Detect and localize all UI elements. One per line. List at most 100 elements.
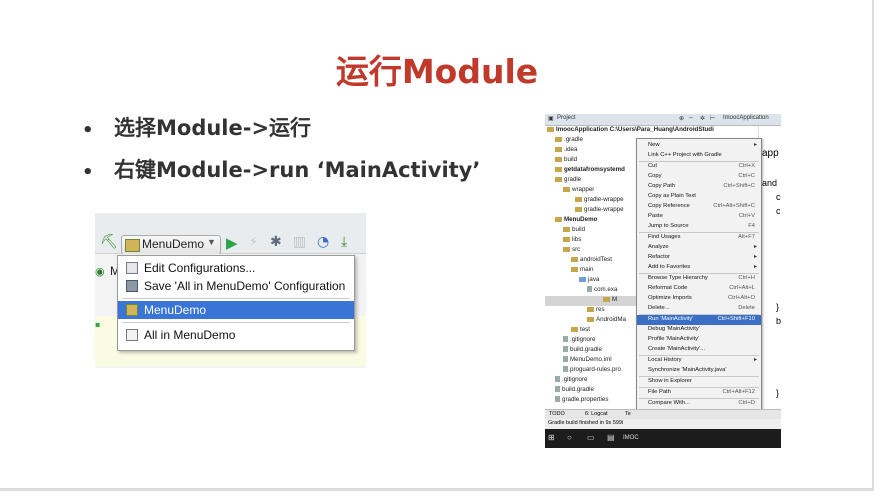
- context-menu-item-local-history[interactable]: Local History ▸: [637, 356, 761, 366]
- tree-item[interactable]: MenuDemo.iml: [545, 356, 645, 366]
- tree-item[interactable]: build.gradle: [545, 386, 645, 396]
- menu-separator: [122, 322, 350, 323]
- context-menu-item-file-path[interactable]: File Path Ctrl+Alt+F12: [637, 388, 761, 398]
- tree-item[interactable]: gradle: [545, 176, 645, 186]
- menu-item-label: Copy Reference: [648, 203, 690, 209]
- tab-logcat[interactable]: 6: Logcat: [585, 411, 608, 417]
- tree-item[interactable]: ImoocApplication C:\Users\Para_Huang\And…: [545, 126, 714, 136]
- context-menu-item-browse-type-hierarchy[interactable]: Browse Type Hierarchy Ctrl+H: [637, 274, 761, 284]
- folder-icon: [563, 236, 570, 242]
- context-menu-item-run-mainactivity[interactable]: Run 'MainActivity' Ctrl+Shift+F10: [637, 315, 761, 325]
- context-menu-item-compare-with[interactable]: Compare With... Ctrl+D: [637, 399, 761, 409]
- context-menu-item-jump-to-source[interactable]: Jump to Source F4: [637, 222, 761, 232]
- context-menu-item-show-in-explorer[interactable]: Show in Explorer: [637, 377, 761, 387]
- run-icon[interactable]: ▶: [226, 234, 238, 252]
- tree-item[interactable]: .gitignore: [545, 336, 645, 346]
- menu-item-label: Analyze: [648, 244, 669, 250]
- debug-icon[interactable]: ✱: [270, 234, 282, 250]
- project-label[interactable]: Project: [557, 115, 576, 121]
- folder-icon: [563, 246, 570, 252]
- edit-configurations-item[interactable]: Edit Configurations...: [118, 259, 354, 277]
- tree-item[interactable]: .gradle: [545, 136, 645, 146]
- context-menu-item-reformat-code[interactable]: Reformat Code Ctrl+Alt+L: [637, 284, 761, 294]
- tree-item[interactable]: build.gradle: [545, 346, 645, 356]
- tree-item[interactable]: AndroidMa: [545, 316, 645, 326]
- hide-icon[interactable]: ⊢: [710, 115, 715, 122]
- tree-item[interactable]: gradle-wrappe: [545, 196, 645, 206]
- menu-item-label: MenuDemo: [144, 303, 207, 317]
- tree-item[interactable]: java: [545, 276, 645, 286]
- context-menu-item-cut[interactable]: Cut Ctrl+X: [637, 162, 761, 172]
- code-fragment: b: [776, 316, 781, 326]
- tree-item-label: java: [588, 276, 600, 283]
- menudemo-config-item[interactable]: MenuDemo: [118, 301, 354, 319]
- windows-start-icon[interactable]: ⊞: [548, 433, 555, 442]
- gear-icon[interactable]: ✲: [700, 115, 705, 122]
- tree-item-label: build.gradle: [562, 386, 594, 393]
- context-menu-item-find-usages[interactable]: Find Usages Alt+F7: [637, 233, 761, 243]
- apply-changes-icon[interactable]: ⤓: [341, 234, 347, 250]
- folder-icon: [575, 196, 582, 202]
- folder-icon: [555, 376, 560, 383]
- save-configuration-item[interactable]: Save 'All in MenuDemo' Configuration: [118, 277, 354, 295]
- all-in-menudemo-item[interactable]: All in MenuDemo: [118, 326, 354, 344]
- menu-item-label: Copy Path: [648, 183, 676, 189]
- collapse-icon[interactable]: ⇔: [688, 115, 694, 121]
- tree-item[interactable]: libs: [545, 236, 645, 246]
- context-menu-item-profile-mainactivity[interactable]: Profile 'MainActivity': [637, 335, 761, 345]
- tree-item[interactable]: gradle.properties: [545, 396, 645, 406]
- search-icon[interactable]: ○: [567, 433, 572, 442]
- explorer-icon[interactable]: ▤: [607, 433, 615, 442]
- tree-item[interactable]: M: [545, 296, 645, 306]
- context-menu-item-debug-mainactivity[interactable]: Debug 'MainActivity': [637, 325, 761, 335]
- profiler-icon[interactable]: ◔: [317, 234, 329, 250]
- tree-item[interactable]: .idea: [545, 146, 645, 156]
- tree-item-label: MenuDemo: [564, 216, 598, 223]
- run-config-combo[interactable]: MenuDemo ▼: [121, 235, 221, 255]
- context-menu-item-copy-path[interactable]: Copy Path Ctrl+Shift+C: [637, 182, 761, 192]
- tree-item[interactable]: build: [545, 226, 645, 236]
- folder-icon: [563, 186, 570, 192]
- context-menu-item-link-c-project-with-gradle[interactable]: Link C++ Project with Gradle: [637, 151, 761, 161]
- context-menu-item-synchronize-mainactivity-java[interactable]: Synchronize 'MainActivity.java': [637, 366, 761, 376]
- context-menu-item-delete[interactable]: Delete... Delete: [637, 304, 761, 314]
- context-menu-item-copy-as-plain-text[interactable]: Copy as Plain Text: [637, 192, 761, 202]
- instant-run-icon[interactable]: ⚡: [249, 235, 258, 250]
- tab-terminal[interactable]: Te: [625, 411, 631, 417]
- tab-todo[interactable]: TODO: [549, 411, 565, 417]
- hammer-icon[interactable]: ⛏: [100, 234, 118, 250]
- folder-icon: [555, 216, 562, 222]
- context-menu-item-optimize-imports[interactable]: Optimize Imports Ctrl+Alt+O: [637, 294, 761, 304]
- editor-tab[interactable]: ImoocApplication: [723, 115, 769, 121]
- taskbar-app[interactable]: IMOC: [623, 435, 639, 441]
- tree-item[interactable]: androidTest: [545, 256, 645, 266]
- tree-item[interactable]: main: [545, 266, 645, 276]
- tree-item[interactable]: test: [545, 326, 645, 336]
- tree-item[interactable]: com.exa: [545, 286, 645, 296]
- context-menu-item-create-mainactivity[interactable]: Create 'MainActivity'...: [637, 345, 761, 355]
- context-menu-item-add-to-favorites[interactable]: Add to Favorites ▸: [637, 263, 761, 273]
- menu-item-label: Optimize Imports: [648, 295, 692, 301]
- tree-item[interactable]: gradle-wrappe: [545, 206, 645, 216]
- context-menu-item-refactor[interactable]: Refactor ▸: [637, 253, 761, 263]
- context-menu-item-paste[interactable]: Paste Ctrl+V: [637, 212, 761, 222]
- menu-item-label: Browse Type Hierarchy: [648, 275, 708, 281]
- tree-item[interactable]: proguard-rules.pro: [545, 366, 645, 376]
- context-menu-item-copy-reference[interactable]: Copy Reference Ctrl+Alt+Shift+C: [637, 202, 761, 212]
- context-menu-item-copy[interactable]: Copy Ctrl+C: [637, 172, 761, 182]
- tree-item[interactable]: src: [545, 246, 645, 256]
- task-view-icon[interactable]: ▭: [587, 433, 595, 442]
- tree-item[interactable]: .gitignore: [545, 376, 645, 386]
- tree-item[interactable]: build: [545, 156, 645, 166]
- menu-item-shortcut: F4: [748, 223, 755, 229]
- tree-item[interactable]: MenuDemo: [545, 216, 645, 226]
- coverage-icon[interactable]: ▥: [293, 234, 306, 250]
- context-menu-item-analyze[interactable]: Analyze ▸: [637, 243, 761, 253]
- context-menu-item-new[interactable]: New ▸: [637, 141, 761, 151]
- sync-icon[interactable]: ⊕: [679, 115, 684, 122]
- tree-item[interactable]: getdatafromsystemd: [545, 166, 645, 176]
- run-config-screenshot: ⛏ MenuDemo ▼ ▶ ⚡ ✱ ▥ ◔ ⤓ ◉ M ▪ Edit Conf…: [95, 213, 366, 368]
- tree-item[interactable]: wrapper: [545, 186, 645, 196]
- module-icon: [125, 239, 140, 252]
- tree-item[interactable]: res: [545, 306, 645, 316]
